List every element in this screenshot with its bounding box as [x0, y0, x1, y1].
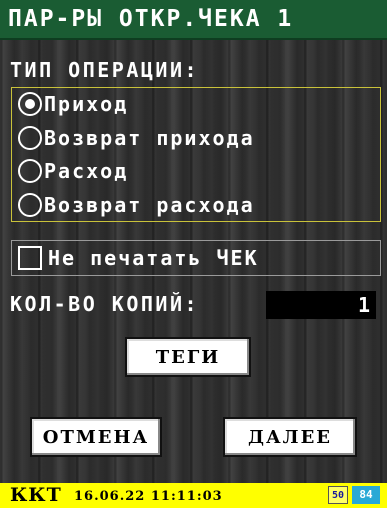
copies-label: КОЛ-ВО КОПИЙ: [10, 292, 200, 316]
radio-label: Расход [44, 159, 129, 183]
radio-label: Возврат расхода [44, 193, 255, 217]
next-button[interactable]: ДАЛЕЕ [223, 417, 357, 457]
radio-label: Возврат прихода [44, 126, 255, 150]
fiscal-receipt-open-screen: ПАР-РЫ ОТКР.ЧЕКА 1 ТИП ОПЕРАЦИИ: Приход … [0, 0, 387, 508]
title-bar: ПАР-РЫ ОТКР.ЧЕКА 1 [0, 0, 387, 40]
radio-unselected-icon [18, 193, 42, 217]
radio-option-expense-return[interactable]: Возврат расхода [18, 190, 255, 220]
radio-option-income-return[interactable]: Возврат прихода [18, 123, 255, 153]
cancel-button[interactable]: ОТМЕНА [30, 417, 162, 457]
radio-option-expense[interactable]: Расход [18, 156, 128, 186]
status-badge-2: 84 [352, 486, 380, 504]
status-badge-1: 50 [328, 486, 348, 504]
operation-type-group: Приход Возврат прихода Расход Возврат ра… [11, 87, 381, 222]
datetime: 16.06.22 11:11:03 [74, 489, 223, 504]
tags-button[interactable]: ТЕГИ [125, 337, 251, 377]
radio-unselected-icon [18, 159, 42, 183]
radio-option-income[interactable]: Приход [18, 89, 128, 119]
device-label: ККТ [10, 484, 62, 506]
no-print-check-toggle[interactable]: Не печатать ЧЕК [11, 240, 381, 276]
status-bar: ККТ 16.06.22 11:11:03 50 84 [0, 483, 387, 508]
radio-label: Приход [44, 92, 129, 116]
radio-unselected-icon [18, 126, 42, 150]
page-title: ПАР-РЫ ОТКР.ЧЕКА 1 [8, 6, 294, 32]
no-print-check-label: Не печатать ЧЕК [48, 246, 259, 270]
checkbox-icon[interactable] [18, 246, 42, 270]
copies-input[interactable]: 1 [266, 291, 376, 319]
radio-selected-icon [18, 92, 42, 116]
operation-type-label: ТИП ОПЕРАЦИИ: [10, 58, 200, 82]
